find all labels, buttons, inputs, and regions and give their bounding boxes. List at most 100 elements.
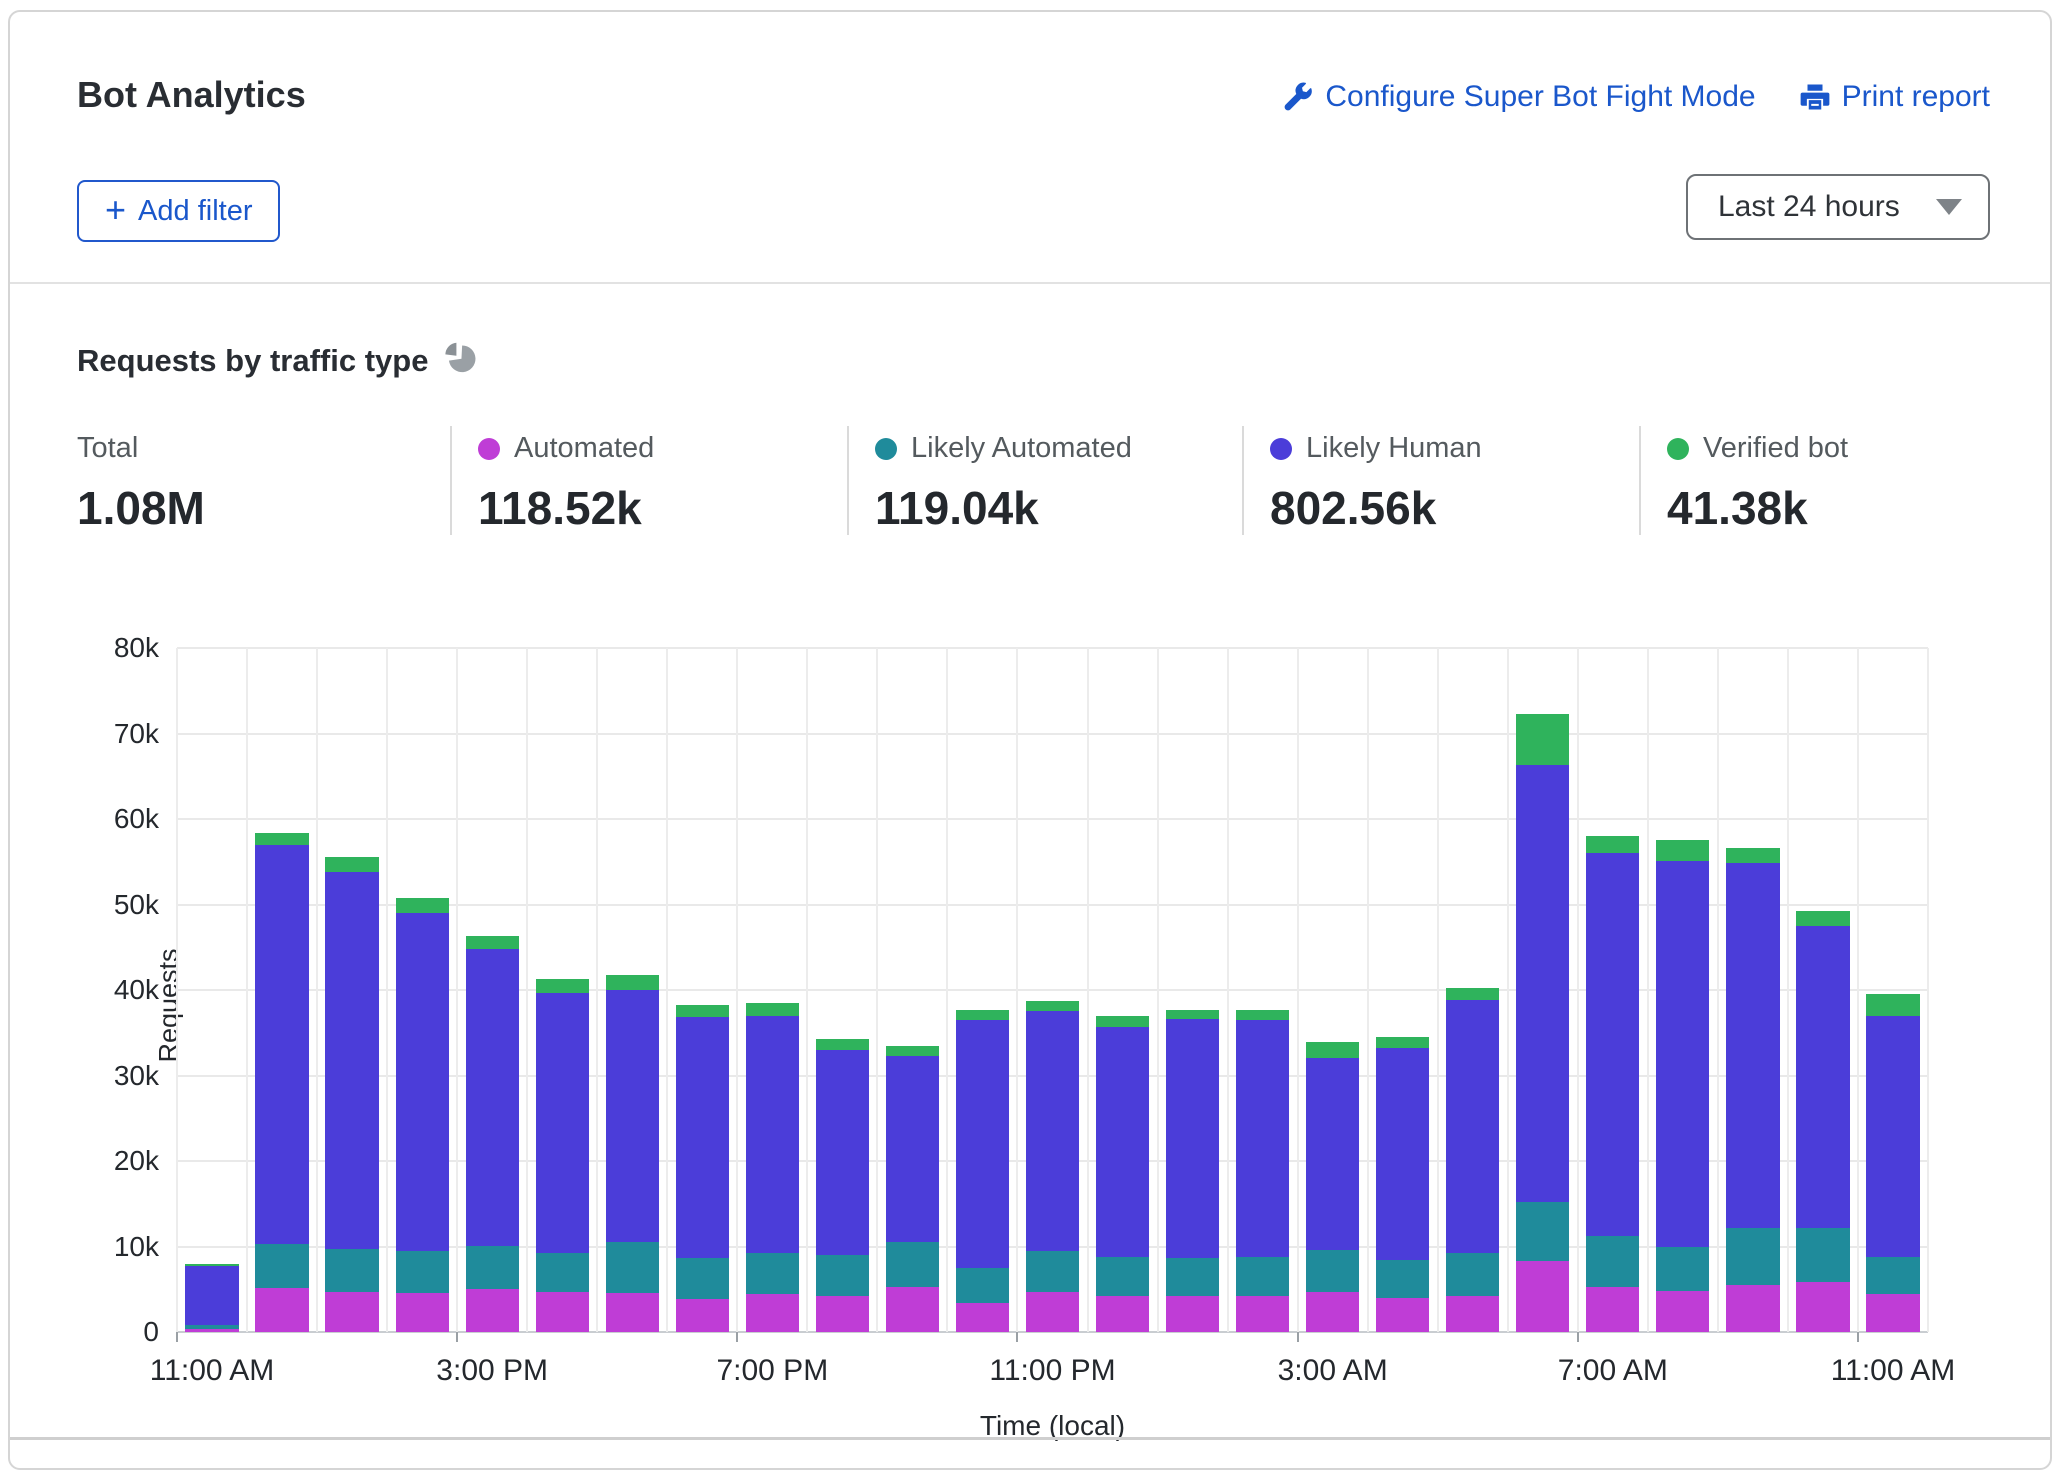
bar-13[interactable] [1096,1016,1149,1332]
bar-18[interactable] [1446,988,1499,1332]
v-gridline-14 [1157,648,1159,1332]
stat-likely-human: Likely Human 802.56k [1242,426,1639,535]
bar-18-seg-likely-human [1446,1000,1499,1253]
bar-7-seg-likely-human [676,1017,729,1258]
bar-14[interactable] [1166,1010,1219,1332]
y-tick-label-70k: 70k [79,718,159,750]
v-gridline-5 [526,648,528,1332]
bar-12[interactable] [1026,1001,1079,1332]
bar-3-seg-verified-bot [396,898,449,913]
bar-15-seg-automated [1236,1296,1289,1332]
bar-15[interactable] [1236,1010,1289,1332]
bar-1-seg-likely-human [255,845,308,1244]
bar-8[interactable] [746,1003,799,1332]
v-gridline-13 [1087,648,1089,1332]
bar-9-seg-likely-automated [816,1255,869,1296]
bar-1[interactable] [255,833,308,1332]
x-tick-label-4: 3:00 AM [1278,1354,1388,1388]
bar-6[interactable] [606,975,659,1332]
v-gridline-22 [1717,648,1719,1332]
likely-automated-legend-dot [875,438,897,460]
bar-10[interactable] [886,1046,939,1332]
x-tick-2 [736,1332,738,1342]
y-tick-label-30k: 30k [79,1060,159,1092]
stat-likely-human-label: Likely Human [1306,432,1482,465]
bar-10-seg-likely-human [886,1056,939,1242]
bar-6-seg-likely-automated [606,1242,659,1292]
time-range-select[interactable]: Last 24 hours [1686,174,1990,240]
bar-0[interactable] [185,1264,238,1332]
bar-16[interactable] [1306,1042,1359,1332]
bar-18-seg-verified-bot [1446,988,1499,1000]
bar-22[interactable] [1726,848,1779,1332]
bar-7[interactable] [676,1005,729,1332]
bar-24-seg-automated [1866,1294,1919,1332]
y-tick-label-50k: 50k [79,889,159,921]
v-gridline-9 [806,648,808,1332]
bar-4[interactable] [466,936,519,1332]
add-filter-button[interactable]: + Add filter [77,180,280,242]
bar-8-seg-likely-human [746,1016,799,1253]
bar-21[interactable] [1656,840,1709,1332]
bar-9-seg-automated [816,1296,869,1332]
stat-likely-automated: Likely Automated 119.04k [847,426,1242,535]
bar-17-seg-likely-automated [1376,1260,1429,1298]
bar-3-seg-likely-automated [396,1251,449,1293]
header-divider [10,282,2050,284]
bar-11[interactable] [956,1010,1009,1332]
print-link-label: Print report [1842,80,1990,114]
v-gridline-17 [1367,648,1369,1332]
bar-6-seg-verified-bot [606,975,659,990]
bar-5[interactable] [536,979,589,1332]
bar-2[interactable] [325,857,378,1332]
stat-total-value: 1.08M [77,481,450,535]
bar-21-seg-automated [1656,1291,1709,1332]
printer-icon [1800,82,1830,112]
v-gridline-16 [1297,648,1299,1332]
h-gridline-70k [177,733,1928,735]
bar-21-seg-likely-automated [1656,1247,1709,1291]
v-gridline-20 [1577,648,1579,1332]
bar-23[interactable] [1796,910,1849,1332]
bar-10-seg-likely-automated [886,1242,939,1286]
bar-14-seg-verified-bot [1166,1010,1219,1019]
v-gridline-19 [1507,648,1509,1332]
bar-22-seg-verified-bot [1726,848,1779,863]
bar-17[interactable] [1376,1037,1429,1332]
section-title-row: Requests by traffic type [77,342,476,379]
bar-19[interactable] [1516,714,1569,1332]
configure-super-bot-fight-mode-link[interactable]: Configure Super Bot Fight Mode [1283,80,1755,114]
x-tick-6 [1857,1332,1859,1342]
bar-7-seg-automated [676,1299,729,1332]
page-title: Bot Analytics [77,74,306,116]
bar-24[interactable] [1866,994,1919,1332]
v-gridline-3 [386,648,388,1332]
bar-12-seg-likely-automated [1026,1251,1079,1292]
x-tick-label-5: 7:00 AM [1558,1354,1668,1388]
x-tick-3 [1016,1332,1018,1342]
configure-link-label: Configure Super Bot Fight Mode [1325,80,1755,114]
v-gridline-8 [736,648,738,1332]
print-report-link[interactable]: Print report [1800,80,1990,114]
stat-likely-human-value: 802.56k [1270,481,1639,535]
traffic-type-stats: Total 1.08M Automated 118.52k Likely Aut… [77,426,1990,535]
bar-20[interactable] [1586,836,1639,1332]
stat-verified-bot-value: 41.38k [1667,481,1990,535]
x-tick-label-0: 11:00 AM [150,1354,275,1388]
bar-2-seg-verified-bot [325,857,378,872]
header-links: Configure Super Bot Fight Mode Print rep… [1283,80,1990,114]
bar-9[interactable] [816,1039,869,1332]
bar-6-seg-automated [606,1293,659,1332]
bar-17-seg-likely-human [1376,1048,1429,1260]
x-tick-label-2: 7:00 PM [716,1354,828,1388]
v-gridline-0 [176,648,178,1332]
v-gridline-12 [1016,648,1018,1332]
bar-21-seg-verified-bot [1656,840,1709,861]
bar-11-seg-likely-automated [956,1268,1009,1303]
bar-3[interactable] [396,898,449,1332]
bar-16-seg-verified-bot [1306,1042,1359,1058]
bar-4-seg-verified-bot [466,936,519,949]
x-tick-label-3: 11:00 PM [989,1354,1115,1388]
bar-13-seg-automated [1096,1296,1149,1332]
y-tick-label-40k: 40k [79,974,159,1006]
